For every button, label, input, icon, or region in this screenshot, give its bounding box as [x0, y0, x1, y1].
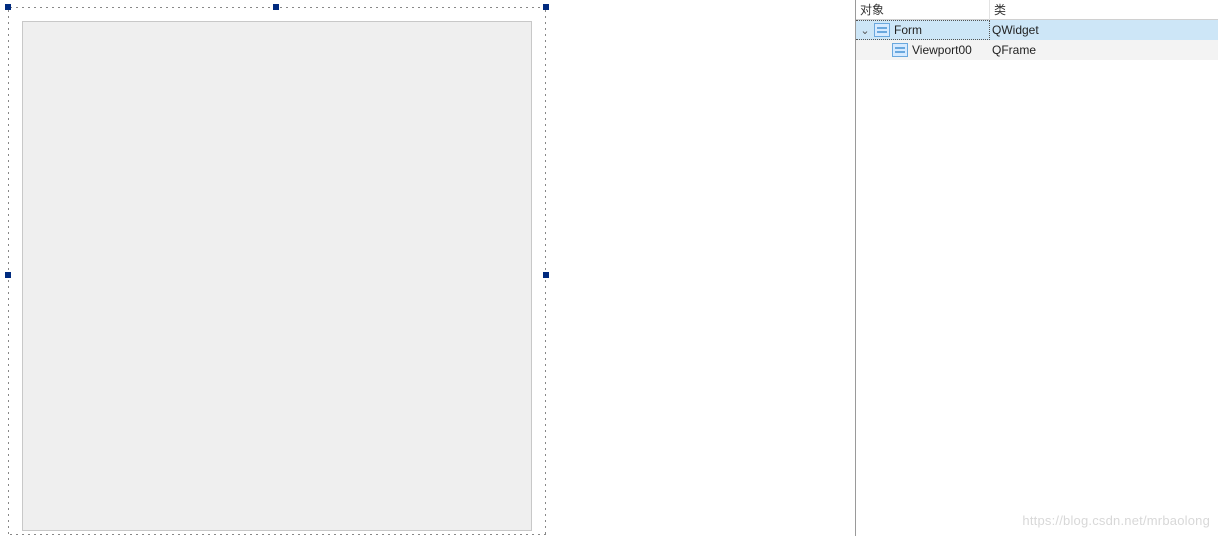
column-header-class[interactable]: 类 [990, 0, 1218, 20]
resize-handle-top-left[interactable] [5, 4, 11, 10]
form-widget-selection[interactable] [8, 7, 546, 535]
viewport-frame[interactable] [22, 21, 532, 531]
object-name: Form [894, 23, 922, 37]
column-header-object[interactable]: 对象 [856, 0, 990, 20]
expand-toggle-icon[interactable]: ⌄ [856, 24, 874, 37]
watermark-text: https://blog.csdn.net/mrbaolong [1022, 513, 1210, 528]
designer-canvas-area [0, 0, 855, 536]
tree-row-form[interactable]: ⌄ Form QWidget [856, 20, 1218, 40]
inspector-header: 对象 类 [856, 0, 1218, 20]
widget-icon [892, 43, 908, 57]
class-name: QFrame [992, 43, 1036, 57]
object-name: Viewport00 [912, 43, 972, 57]
widget-icon [874, 23, 890, 37]
object-inspector: 对象 类 ⌄ Form QWidget Viewport00 QFrame [855, 0, 1218, 536]
resize-handle-mid-right[interactable] [543, 272, 549, 278]
object-tree: ⌄ Form QWidget Viewport00 QFrame [856, 20, 1218, 60]
resize-handle-top-center[interactable] [273, 4, 279, 10]
resize-handle-top-right[interactable] [543, 4, 549, 10]
tree-row-viewport[interactable]: Viewport00 QFrame [856, 40, 1218, 60]
resize-handle-mid-left[interactable] [5, 272, 11, 278]
class-name: QWidget [992, 23, 1039, 37]
